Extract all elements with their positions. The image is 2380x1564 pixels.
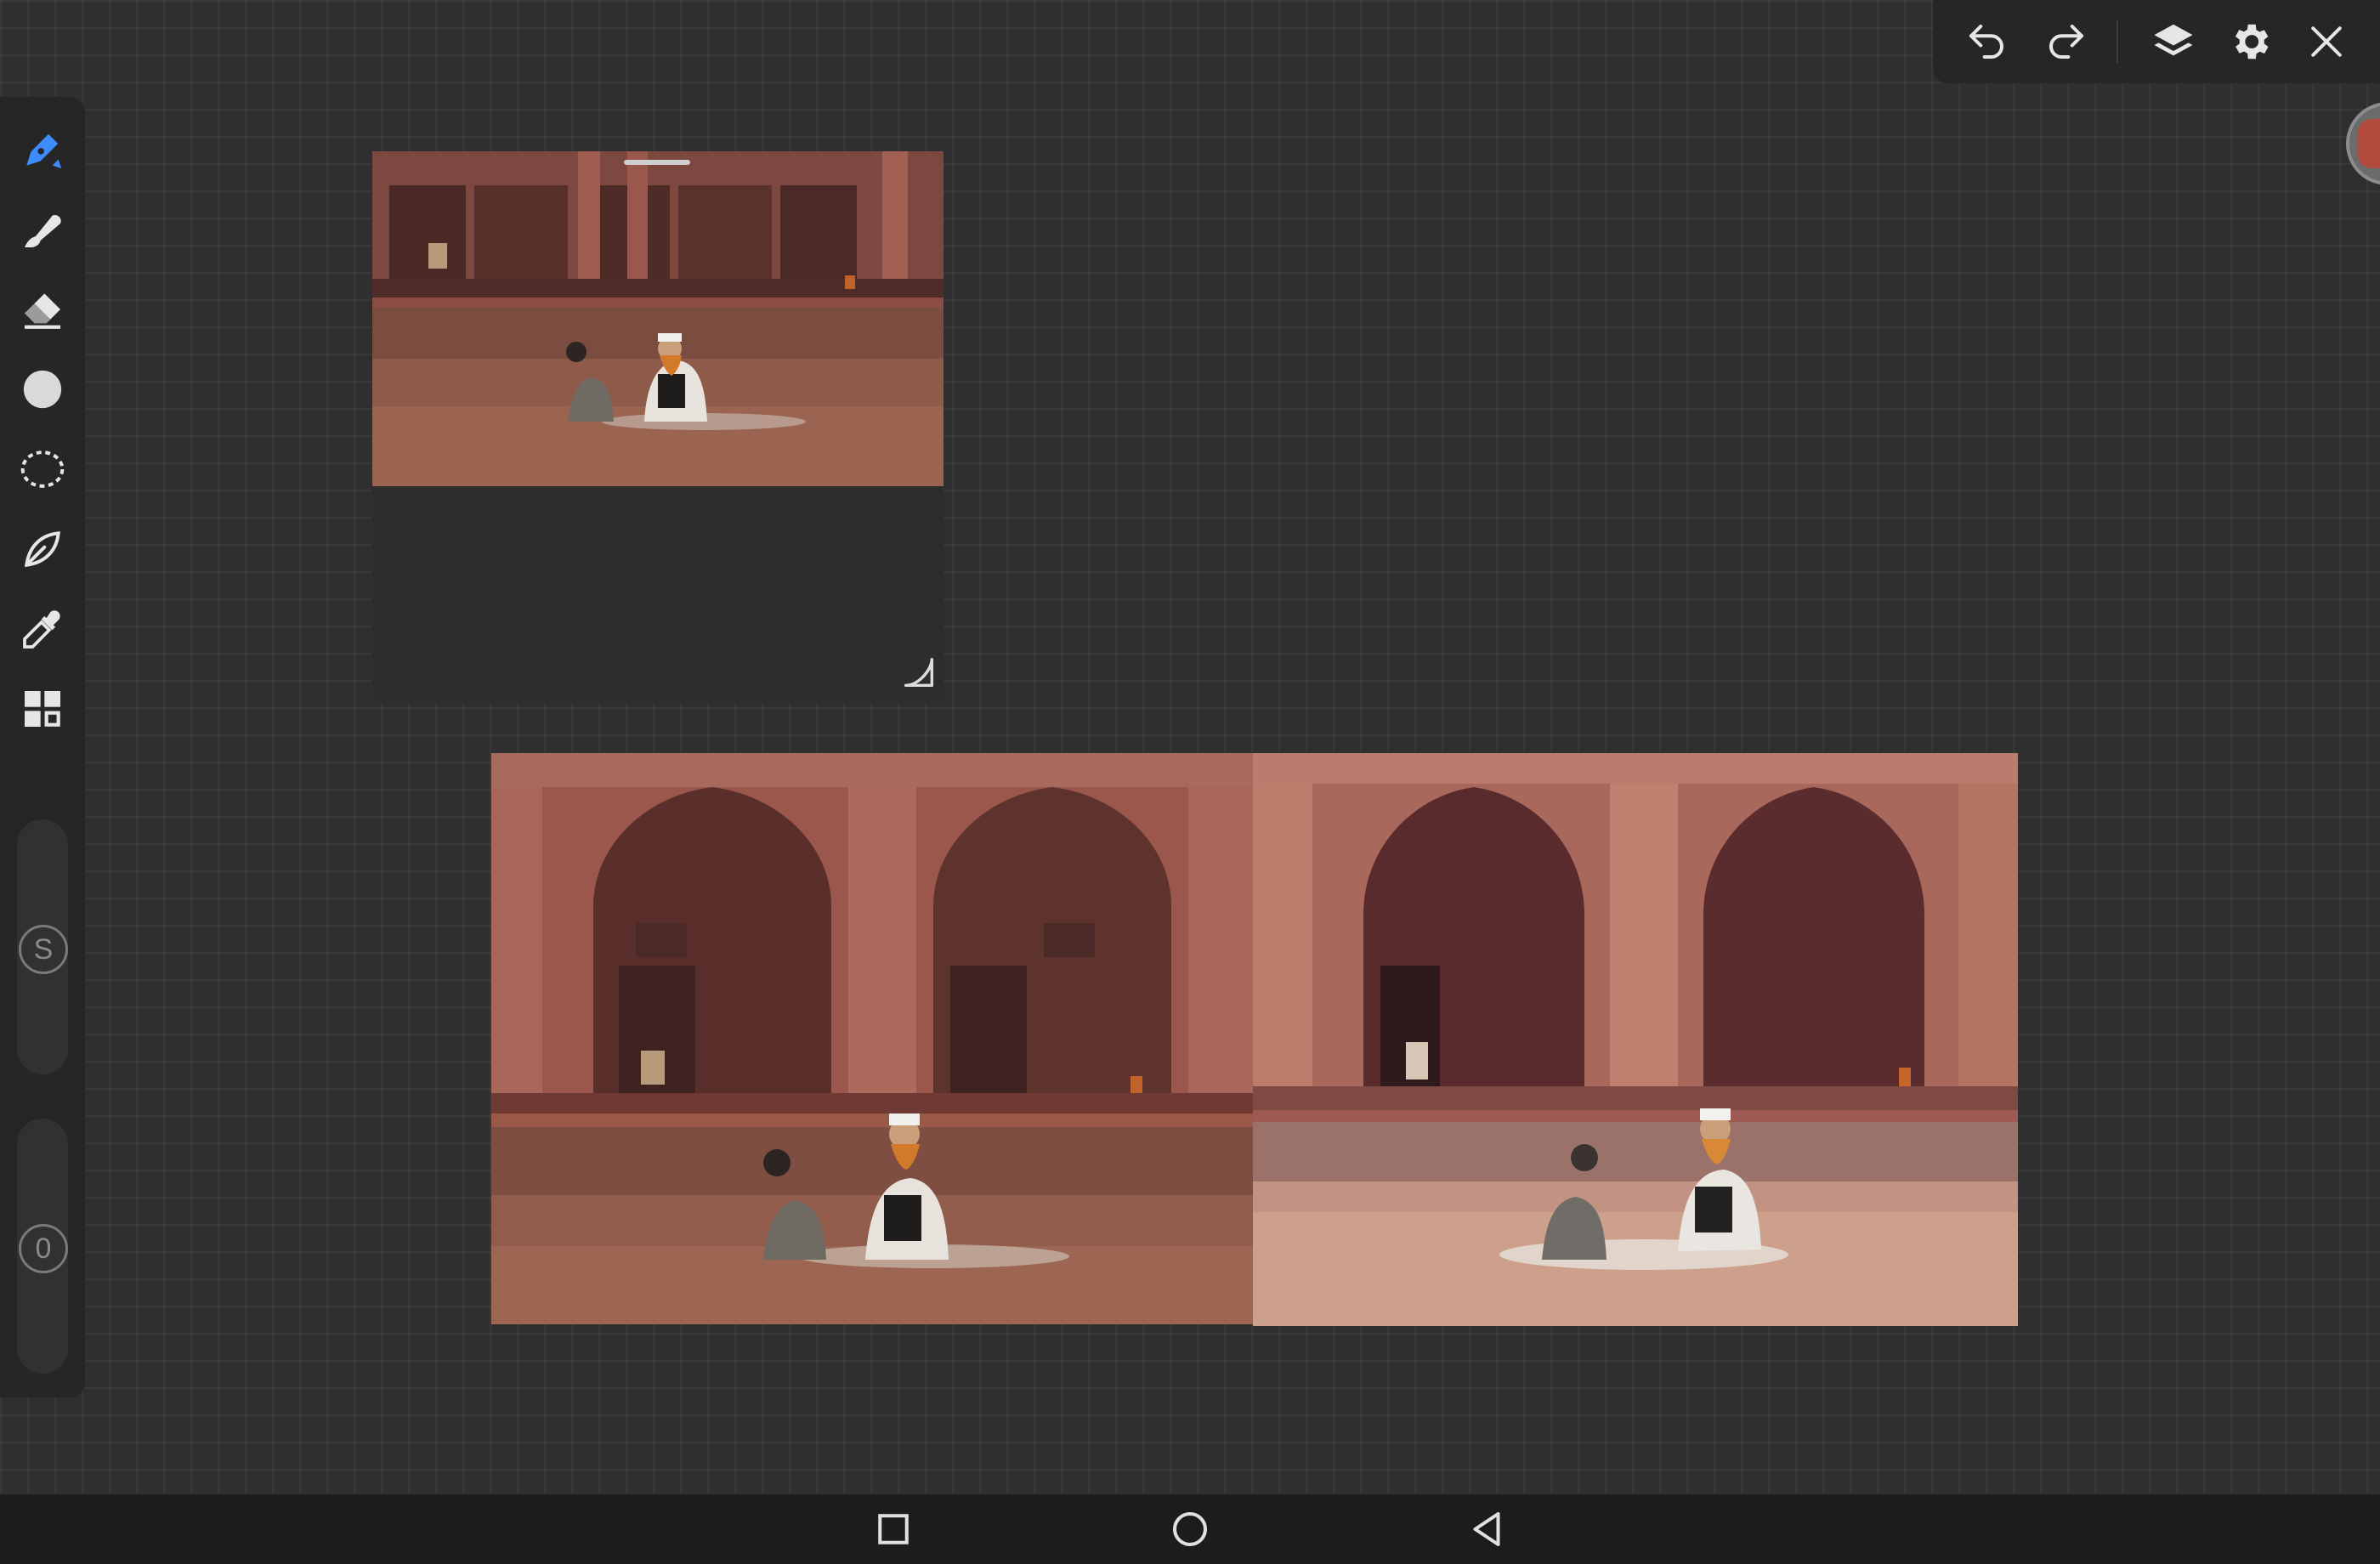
recent-apps-icon[interactable] (870, 1506, 916, 1552)
system-nav-bar (0, 1494, 2380, 1564)
close-icon[interactable] (2304, 19, 2349, 65)
toolbar-divider (2116, 20, 2118, 63)
eraser-tool-icon[interactable] (19, 286, 66, 333)
lasso-select-icon[interactable] (19, 445, 66, 493)
source-photo[interactable] (491, 753, 1253, 1324)
back-icon[interactable] (1464, 1506, 1510, 1552)
brush-opacity-label: 0 (19, 1224, 68, 1273)
user-avatar[interactable] (2346, 102, 2380, 185)
reference-panel (372, 151, 944, 702)
undo-icon[interactable] (1964, 19, 2009, 65)
reference-photo[interactable] (372, 151, 944, 486)
smudge-tool-icon[interactable] (19, 206, 66, 253)
home-icon[interactable] (1167, 1506, 1213, 1552)
shape-tool-icon[interactable] (19, 525, 66, 573)
eyedropper-icon[interactable] (19, 605, 66, 653)
layers-icon[interactable] (2150, 19, 2196, 65)
brush-opacity-slider[interactable]: 0 (17, 1119, 68, 1374)
redo-icon[interactable] (2043, 19, 2089, 65)
painted-study[interactable] (1253, 753, 2018, 1326)
brush-size-slider[interactable]: S (17, 819, 68, 1074)
reference-drag-handle[interactable] (624, 160, 690, 165)
gallery-grid-icon[interactable] (19, 685, 66, 733)
tool-rail: S 0 (0, 97, 85, 1397)
top-toolbar (1933, 0, 2380, 83)
gear-icon[interactable] (2227, 19, 2273, 65)
brush-size-label: S (19, 925, 68, 974)
color-swatch-icon[interactable] (19, 366, 66, 413)
pen-tool-icon[interactable] (19, 126, 66, 173)
resize-handle-icon[interactable] (899, 653, 938, 692)
